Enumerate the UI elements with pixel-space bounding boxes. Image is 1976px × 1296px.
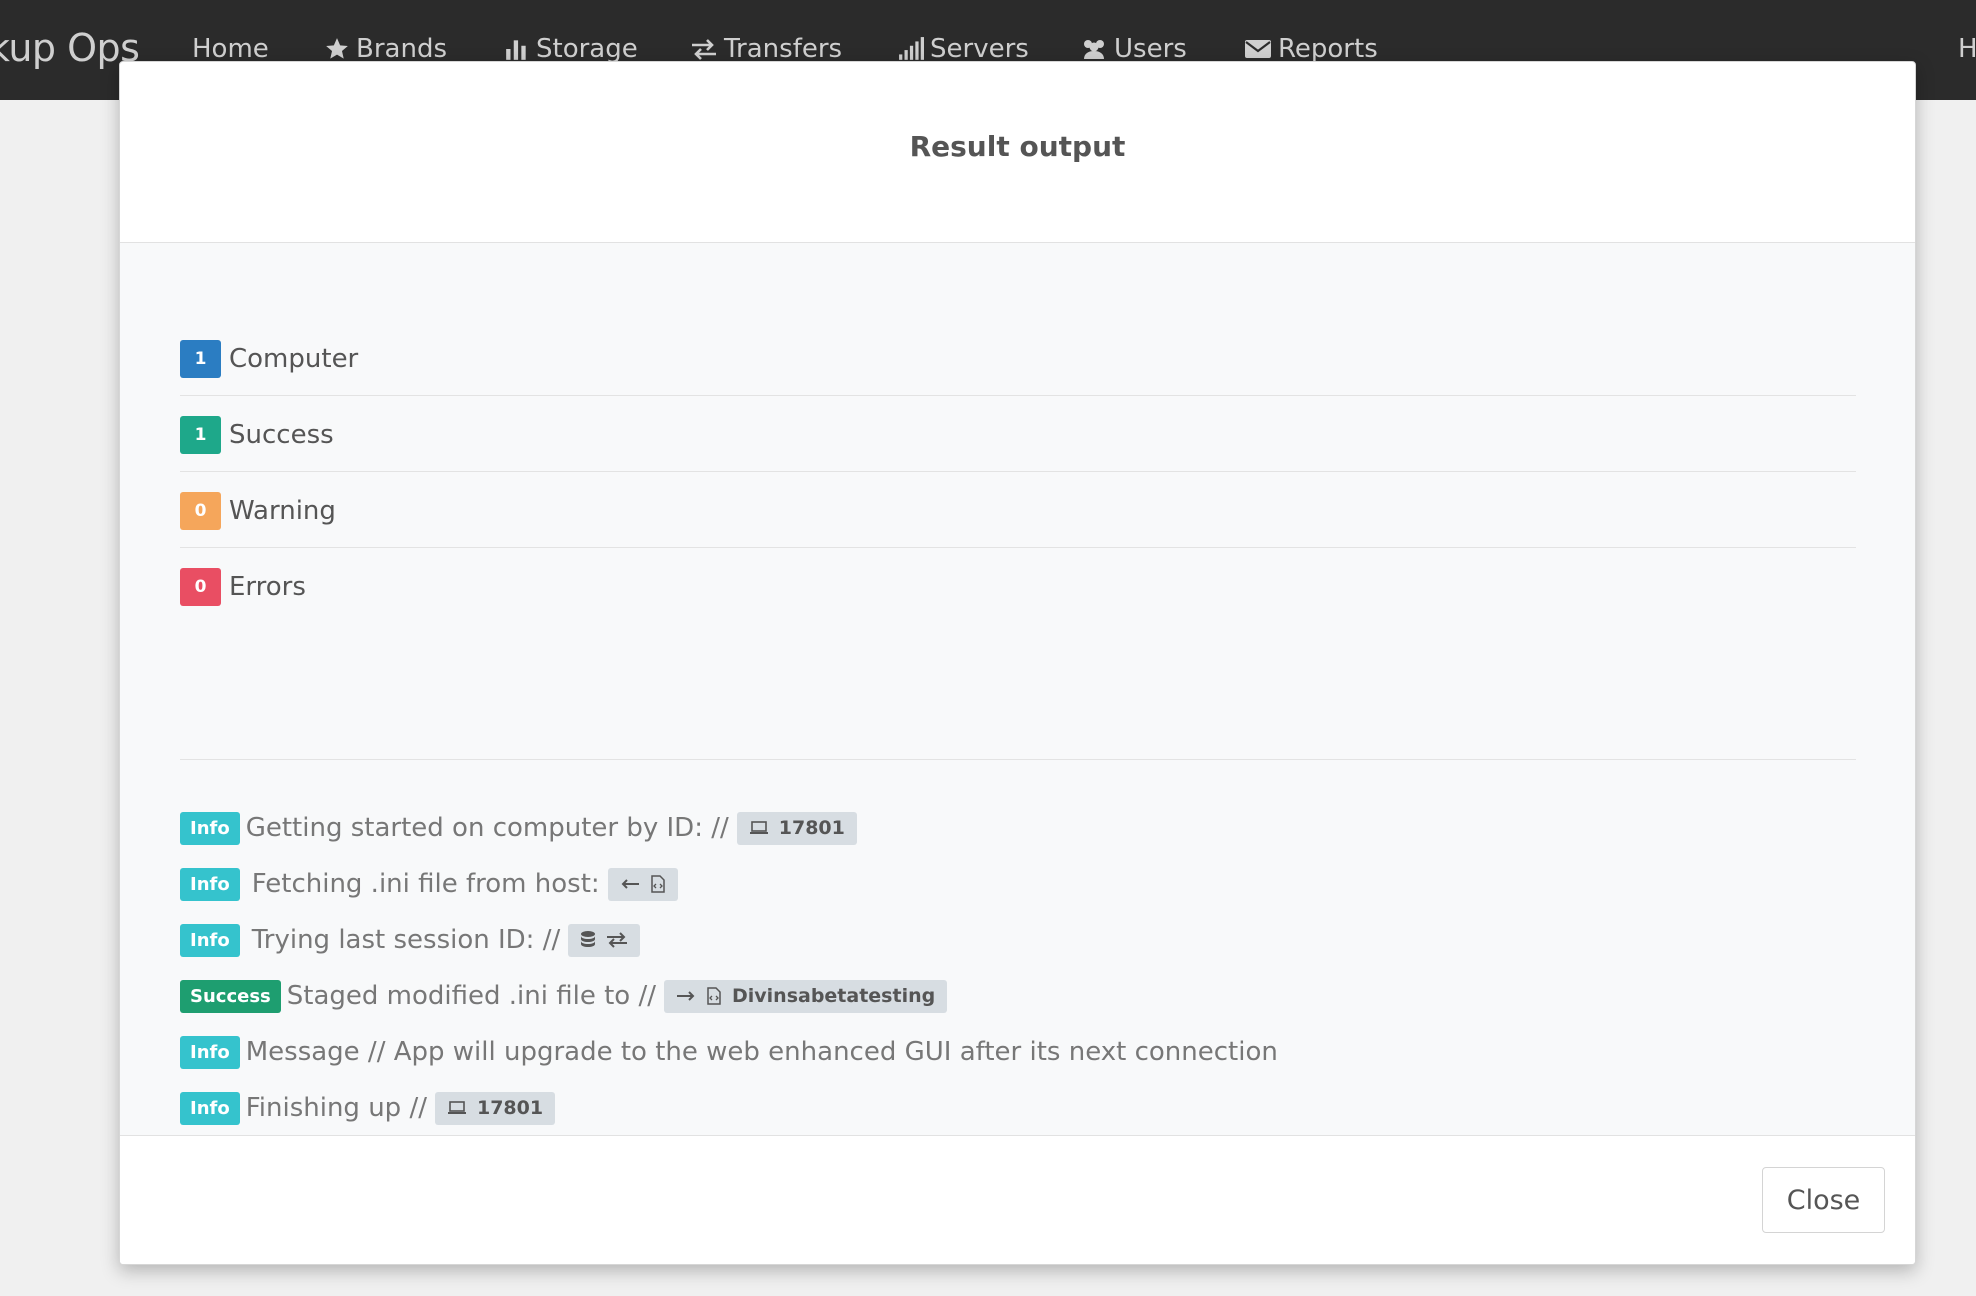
info-tag: Info	[180, 923, 240, 957]
nav-reports-label: Reports	[1278, 34, 1378, 64]
log-message: Finishing up //	[245, 1093, 427, 1123]
modal-header: Result output	[120, 62, 1915, 243]
summary-row-success: 1 Success	[180, 396, 1856, 472]
nav-reports[interactable]: Reports	[1244, 34, 1378, 64]
exchange-icon	[606, 932, 628, 948]
computer-id-chip: 17801	[736, 811, 857, 845]
nav-storage-label: Storage	[536, 34, 638, 64]
summary-row-warning: 0 Warning	[180, 472, 1856, 548]
computer-count-badge: 1	[180, 339, 221, 378]
summary-label-success: Success	[229, 419, 334, 450]
nav-storage[interactable]: Storage	[504, 34, 638, 64]
session-chip	[568, 923, 641, 957]
result-modal: Result output 1 Computer 1 Success 0 War…	[119, 61, 1916, 1265]
close-button[interactable]: Close	[1762, 1167, 1885, 1233]
summary-label-errors: Errors	[229, 572, 306, 602]
log-entry: Info Fetching .ini file from host:	[180, 856, 1856, 912]
nav-transfers-label: Transfers	[724, 34, 843, 64]
log-list: Info Getting started on computer by ID: …	[180, 800, 1856, 1136]
log-message: Message // App will upgrade to the web e…	[245, 1037, 1278, 1067]
computer-id: 17801	[476, 1097, 544, 1119]
summary-label-computer: Computer	[229, 343, 359, 374]
arrow-left-icon	[620, 877, 640, 891]
fetch-file-chip	[607, 867, 678, 901]
signal-icon	[898, 36, 924, 62]
transfer-icon	[690, 36, 718, 62]
section-divider	[180, 759, 1856, 760]
nav-brands[interactable]: Brands	[324, 34, 447, 64]
summary-list: 1 Computer 1 Success 0 Warning 0 Errors	[180, 320, 1856, 624]
nav-users[interactable]: Users	[1080, 34, 1187, 64]
laptop-icon	[447, 1100, 467, 1116]
log-entry: Info Finishing up // 17801	[180, 1080, 1856, 1136]
info-tag: Info	[180, 1091, 240, 1125]
staged-target-name: Divinsabetatesting	[731, 985, 936, 1007]
summary-row-computer: 1 Computer	[180, 320, 1856, 396]
warning-count-badge: 0	[180, 491, 221, 530]
code-file-icon	[650, 875, 666, 893]
success-tag: Success	[180, 979, 281, 1013]
staged-file-chip: Divinsabetatesting	[663, 979, 948, 1013]
nav-users-label: Users	[1114, 34, 1187, 64]
nav-home[interactable]: Home	[192, 34, 269, 64]
nav-transfers[interactable]: Transfers	[690, 34, 842, 64]
nav-right-truncated[interactable]: H	[1958, 34, 1976, 64]
log-message: Trying last session ID: //	[251, 925, 561, 955]
info-tag: Info	[180, 867, 240, 901]
log-message: Getting started on computer by ID: //	[245, 813, 729, 843]
nav-home-label: Home	[192, 34, 269, 64]
bar-chart-icon	[504, 36, 530, 62]
arrow-right-icon	[676, 989, 696, 1003]
computer-id-chip: 17801	[434, 1091, 556, 1125]
log-message: Fetching .ini file from host:	[251, 869, 600, 899]
summary-row-errors: 0 Errors	[180, 548, 1856, 624]
modal-footer: Close	[120, 1135, 1915, 1264]
modal-title: Result output	[909, 130, 1126, 163]
users-icon	[1080, 36, 1108, 62]
envelope-icon	[1244, 37, 1272, 61]
log-entry: Success Staged modified .ini file to // …	[180, 968, 1856, 1024]
log-entry: Info Trying last session ID: //	[180, 912, 1856, 968]
info-tag: Info	[180, 1035, 240, 1069]
info-tag: Info	[180, 811, 240, 845]
log-message: Staged modified .ini file to //	[286, 981, 656, 1011]
log-entry: Info Getting started on computer by ID: …	[180, 800, 1856, 856]
summary-label-warning: Warning	[229, 495, 336, 526]
star-icon	[324, 36, 350, 62]
laptop-icon	[749, 820, 769, 836]
code-file-icon	[706, 987, 722, 1005]
success-count-badge: 1	[180, 415, 221, 454]
computer-id: 17801	[778, 817, 845, 839]
modal-body: 1 Computer 1 Success 0 Warning 0 Errors …	[120, 244, 1915, 1137]
log-entry: Info Message // App will upgrade to the …	[180, 1024, 1856, 1080]
nav-servers-label: Servers	[930, 34, 1029, 64]
nav-servers[interactable]: Servers	[898, 34, 1029, 64]
errors-count-badge: 0	[180, 568, 221, 606]
nav-brands-label: Brands	[356, 34, 447, 64]
database-icon	[580, 930, 596, 950]
